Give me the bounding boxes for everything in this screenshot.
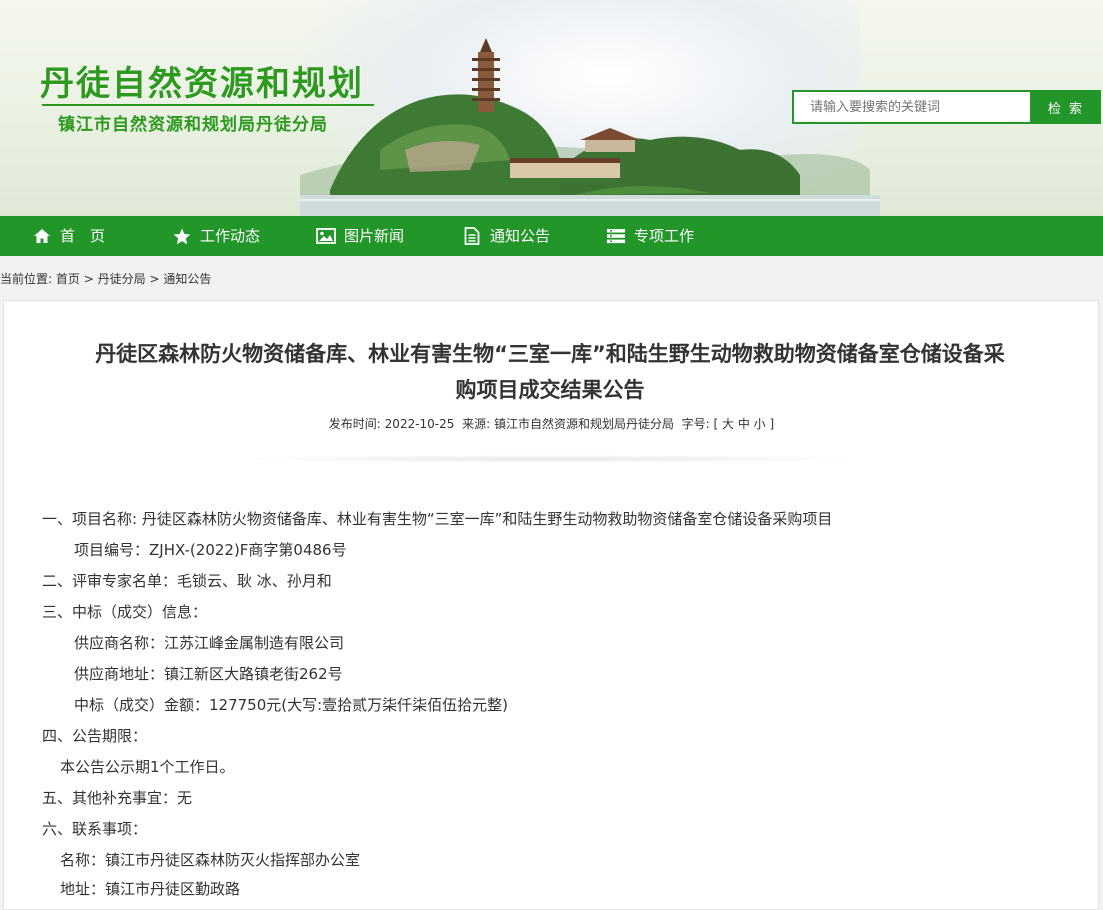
nav-item-label: 工作动态 <box>200 227 261 245</box>
document-icon <box>462 226 482 246</box>
font-size-label: 字号: <box>681 417 710 431</box>
nav-item-photo-news[interactable]: 图片新闻 <box>316 216 404 256</box>
image-icon <box>316 226 336 246</box>
nav-item-work-news[interactable]: 工作动态 <box>172 216 260 256</box>
main-nav: 首 页 工作动态 图片新闻 通知公告 专项工作 <box>0 216 1103 256</box>
article-paragraph: 四、公告期限： <box>42 727 148 745</box>
meta-divider <box>230 455 870 463</box>
article-paragraph: 名称：镇江市丹徒区森林防灭火指挥部办公室 <box>60 851 361 869</box>
nav-item-special-work[interactable]: 专项工作 <box>606 216 694 256</box>
article-paragraph: 地址：镇江市丹徒区勤政路 <box>60 880 241 898</box>
article-paragraph: 供应商地址：镇江新区大路镇老街262号 <box>74 665 343 683</box>
breadcrumb-separator: > <box>149 272 160 286</box>
breadcrumb: 当前位置: 首页 > 丹徒分局 > 通知公告 <box>0 270 211 287</box>
nav-item-label: 专项工作 <box>634 227 695 245</box>
breadcrumb-link-branch[interactable]: 丹徒分局 <box>98 272 146 286</box>
home-icon <box>32 226 52 246</box>
publish-date: 2022-10-25 <box>384 417 455 431</box>
article-title-line: 丹徒区森林防火物资储备库、林业有害生物“三室一库”和陆生野生动物救助物资储备室仓… <box>95 342 1005 366</box>
source-label: 来源: <box>462 417 491 431</box>
list-icon <box>606 226 626 246</box>
font-size-medium-button[interactable]: 中 <box>738 417 750 431</box>
article-paragraph: 中标（成交）金额：127750元(大写:壹拾贰万柒仟柒佰伍拾元整) <box>74 696 509 714</box>
font-size-large-button[interactable]: 大 <box>722 417 734 431</box>
font-size-bracket: ] <box>769 417 775 431</box>
pagoda-icon <box>472 38 500 112</box>
nav-item-notices[interactable]: 通知公告 <box>462 216 550 256</box>
nav-item-label: 通知公告 <box>490 227 551 245</box>
breadcrumb-prefix: 当前位置: <box>0 272 53 286</box>
article-paragraph: 五、其他补充事宜：无 <box>42 789 193 807</box>
nav-item-label: 图片新闻 <box>344 227 405 245</box>
article-paragraph: 一、项目名称: 丹徒区森林防火物资储备库、林业有害生物“三室一库”和陆生野生动物… <box>42 510 833 528</box>
article-title-line: 购项目成交结果公告 <box>455 378 645 402</box>
title-underline <box>42 104 374 106</box>
search-button[interactable]: 检 索 <box>1031 90 1101 124</box>
font-size-small-button[interactable]: 小 <box>754 417 766 431</box>
nav-item-label: 首 页 <box>60 227 106 245</box>
article-paragraph: 本公告公示期1个工作日。 <box>60 758 235 776</box>
search-input[interactable] <box>792 90 1032 124</box>
breadcrumb-separator: > <box>83 272 94 286</box>
article-paragraph: 供应商名称：江苏江峰金属制造有限公司 <box>74 634 345 652</box>
font-size-bracket: [ <box>713 417 719 431</box>
nav-item-home[interactable]: 首 页 <box>32 216 105 256</box>
article-paragraph: 三、中标（成交）信息： <box>42 603 208 621</box>
breadcrumb-link-notices[interactable]: 通知公告 <box>163 272 211 286</box>
article-meta: 发布时间: 2022-10-25 来源: 镇江市自然资源和规划局丹徒分局 字号:… <box>0 415 1103 432</box>
article-paragraph: 项目编号：ZJHX-(2022)F商字第0486号 <box>74 541 347 559</box>
site-subtitle: 镇江市自然资源和规划局丹徒分局 <box>58 115 328 135</box>
article-title: 丹徒区森林防火物资储备库、林业有害生物“三室一库”和陆生野生动物救助物资储备室仓… <box>40 336 1060 408</box>
source: 镇江市自然资源和规划局丹徒分局 <box>493 417 674 431</box>
publish-date-label: 发布时间: <box>328 417 381 431</box>
star-icon <box>172 226 192 246</box>
article-paragraph: 二、评审专家名单：毛锁云、耿 冰、孙月和 <box>42 572 332 590</box>
breadcrumb-link-home[interactable]: 首页 <box>56 272 80 286</box>
header-banner: 丹徒自然资源和规划 镇江市自然资源和规划局丹徒分局 检 索 <box>0 0 1103 216</box>
site-title: 丹徒自然资源和规划 <box>40 64 364 104</box>
article-paragraph: 六、联系事项： <box>42 820 148 838</box>
